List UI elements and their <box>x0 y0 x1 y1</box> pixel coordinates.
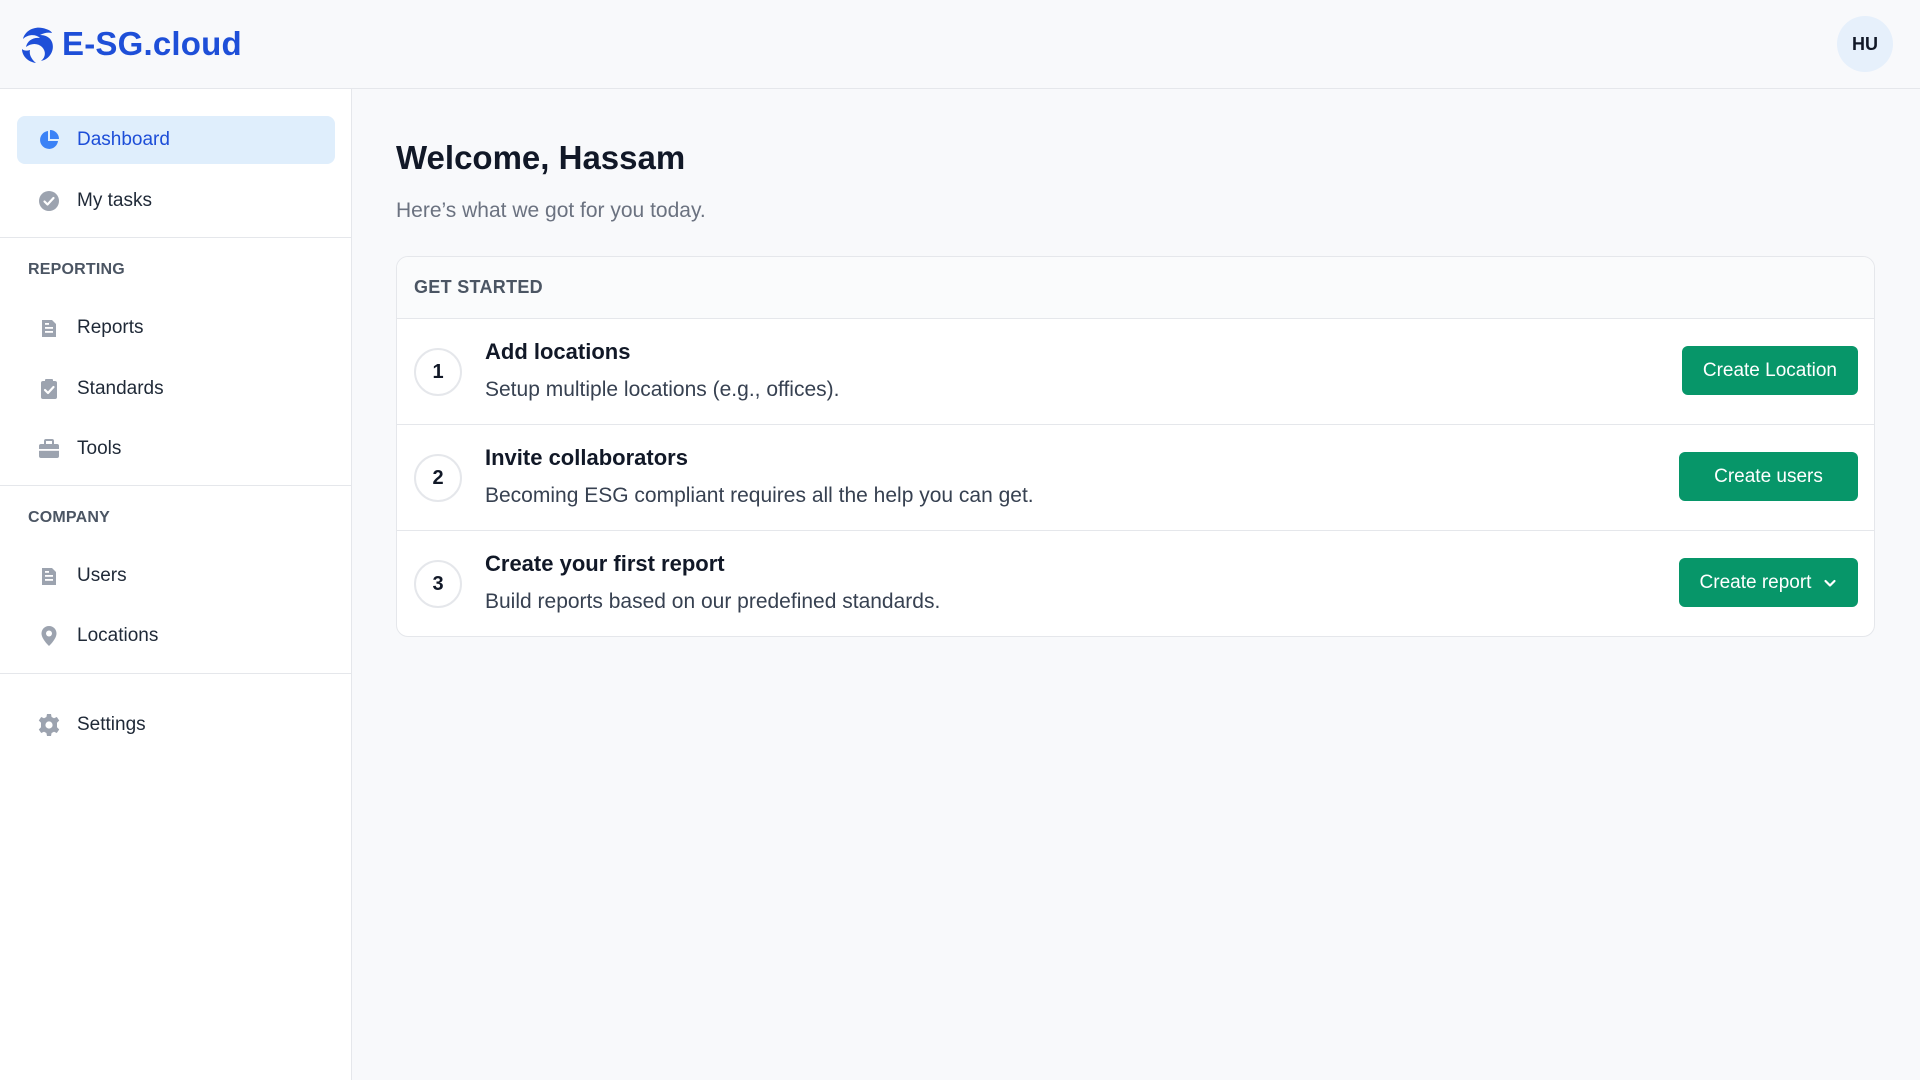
sidebar-item-label: Standards <box>77 378 164 399</box>
sidebar-divider <box>0 485 351 486</box>
step-title: Add locations <box>485 339 631 364</box>
sidebar-item-label: Users <box>77 565 127 586</box>
page-subtitle: Here’s what we got for you today. <box>396 199 706 222</box>
document-icon <box>37 316 61 340</box>
button-label: Create users <box>1714 465 1823 487</box>
section-title-reporting: REPORTING <box>28 261 125 278</box>
step-number: 1 <box>414 348 462 396</box>
step-row: 1 Add locations Setup multiple locations… <box>397 319 1874 425</box>
gear-icon <box>37 713 61 737</box>
create-location-button[interactable]: Create Location <box>1681 346 1858 395</box>
top-bar: E-SG.cloud HU <box>0 0 1920 89</box>
button-label: Create Location <box>1702 359 1837 381</box>
sidebar-item-label: My tasks <box>77 190 152 211</box>
card-header: GET STARTED <box>397 257 1874 319</box>
chevron-down-icon <box>1823 576 1837 590</box>
button-label: Create report <box>1699 571 1812 593</box>
step-description: Build reports based on our predefined st… <box>485 590 941 613</box>
page-title: Welcome, Hassam <box>396 139 686 176</box>
step-title: Create your first report <box>485 551 725 576</box>
logo-text: E-SG.cloud <box>62 25 242 62</box>
pie-chart-icon <box>37 128 61 152</box>
sidebar: Dashboard My tasks REPORTING Reports Sta… <box>0 89 352 1080</box>
step-row: 3 Create your first report Build reports… <box>397 531 1874 636</box>
user-avatar[interactable]: HU <box>1837 16 1893 72</box>
step-title: Invite collaborators <box>485 445 688 470</box>
sidebar-item-settings[interactable]: Settings <box>17 701 335 749</box>
sidebar-item-standards[interactable]: Standards <box>17 365 335 413</box>
create-report-dropdown-button[interactable]: Create report <box>1679 558 1858 607</box>
sidebar-divider <box>0 673 351 674</box>
sidebar-item-users[interactable]: Users <box>17 552 335 600</box>
logo[interactable]: E-SG.cloud <box>16 22 242 66</box>
create-users-button[interactable]: Create users <box>1679 452 1858 501</box>
briefcase-icon <box>37 437 61 461</box>
sidebar-item-reports[interactable]: Reports <box>17 304 335 352</box>
step-number: 3 <box>414 560 462 608</box>
sidebar-item-label: Settings <box>77 714 146 735</box>
map-pin-icon <box>37 624 61 648</box>
sidebar-item-dashboard[interactable]: Dashboard <box>17 116 335 164</box>
main-content: Welcome, Hassam Here’s what we got for y… <box>352 89 1920 1080</box>
sidebar-item-label: Dashboard <box>77 129 170 150</box>
logo-icon <box>22 27 53 63</box>
sidebar-item-locations[interactable]: Locations <box>17 612 335 660</box>
document-icon <box>37 564 61 588</box>
step-description: Becoming ESG compliant requires all the … <box>485 484 1034 507</box>
sidebar-item-label: Tools <box>77 438 122 459</box>
sidebar-divider <box>0 237 351 238</box>
clipboard-check-icon <box>37 377 61 401</box>
step-description: Setup multiple locations (e.g., offices)… <box>485 378 840 401</box>
get-started-card: GET STARTED 1 Add locations Setup multip… <box>396 256 1875 637</box>
sidebar-item-label: Locations <box>77 625 159 646</box>
sidebar-item-label: Reports <box>77 317 144 338</box>
section-title-company: COMPANY <box>28 509 110 526</box>
step-row: 2 Invite collaborators Becoming ESG comp… <box>397 425 1874 531</box>
check-circle-icon <box>37 189 61 213</box>
sidebar-item-my-tasks[interactable]: My tasks <box>17 177 335 225</box>
step-number: 2 <box>414 454 462 502</box>
sidebar-item-tools[interactable]: Tools <box>17 425 335 473</box>
